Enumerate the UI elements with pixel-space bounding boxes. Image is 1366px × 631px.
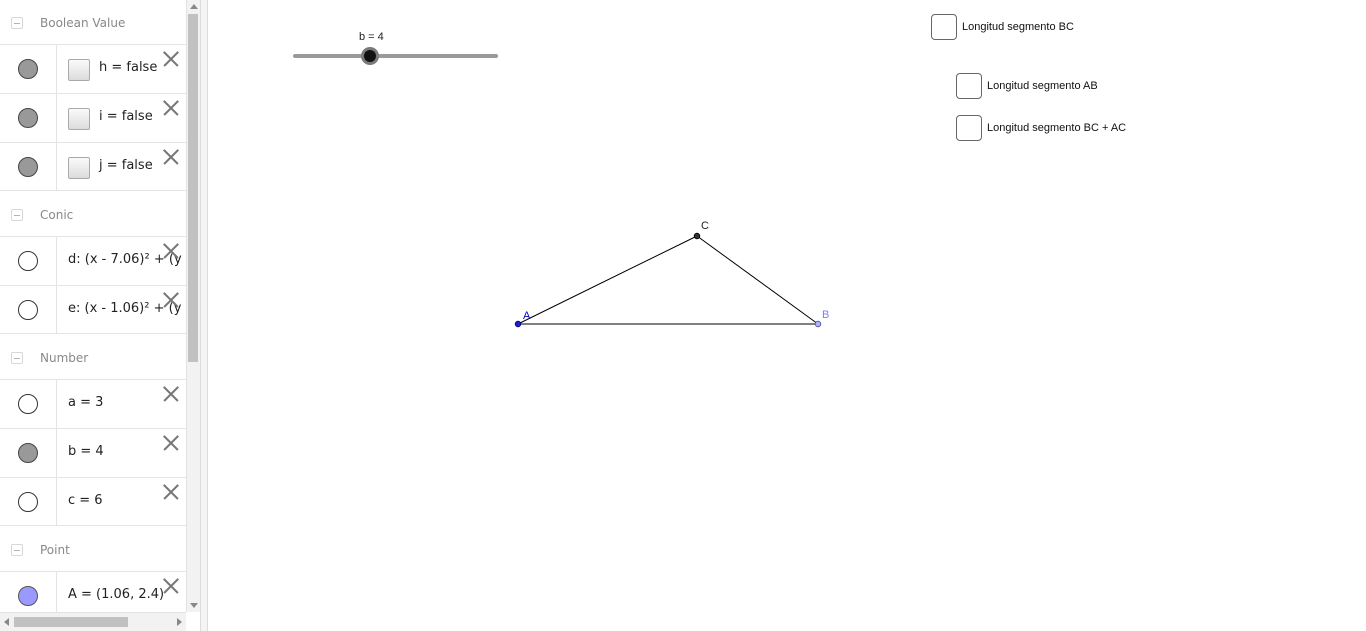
expression-text[interactable]: j = false (99, 158, 153, 173)
algebra-row-A[interactable]: A = (1.06, 2.4) (0, 571, 186, 612)
point-a-label: A (523, 310, 531, 322)
algebra-row-h[interactable]: h = false (0, 44, 186, 93)
point-b-label: B (822, 309, 829, 321)
algebra-row-b[interactable]: b = 4 (0, 428, 186, 477)
algebra-row-e[interactable]: e: (x - 1.06)² + (y - (0, 285, 186, 334)
algebra-row-i[interactable]: i = false (0, 93, 186, 142)
marble-cell (0, 429, 57, 477)
category-label: Point (40, 543, 70, 557)
algebra-row-j[interactable]: j = false (0, 142, 186, 191)
category-label: Conic (40, 208, 74, 222)
scroll-down-arrow-icon[interactable] (190, 603, 198, 608)
delete-icon[interactable] (162, 50, 180, 68)
expression-text[interactable]: b = 4 (68, 444, 104, 459)
visibility-toggle-icon[interactable] (18, 300, 38, 320)
point-b[interactable] (814, 320, 822, 328)
marble-cell (0, 237, 57, 285)
visibility-toggle-icon[interactable] (18, 251, 38, 271)
boolean-checkbox[interactable] (68, 59, 90, 81)
delete-icon[interactable] (162, 99, 180, 117)
view-splitter[interactable] (200, 0, 208, 631)
expression-text[interactable]: c = 6 (68, 493, 103, 508)
category-header-number[interactable]: Number (0, 335, 186, 379)
delete-icon[interactable] (162, 148, 180, 166)
marble-cell (0, 478, 57, 526)
scrollbar-thumb[interactable] (14, 617, 128, 627)
collapse-icon[interactable] (11, 209, 23, 221)
delete-icon[interactable] (162, 483, 180, 501)
segment-ac[interactable] (517, 235, 698, 325)
visibility-toggle-icon[interactable] (18, 108, 38, 128)
category-label: Boolean Value (40, 16, 126, 30)
algebra-row-a[interactable]: a = 3 (0, 379, 186, 428)
point-c[interactable] (693, 232, 701, 240)
marble-cell (0, 572, 57, 612)
category-header-conic[interactable]: Conic (0, 192, 186, 236)
visibility-toggle-icon[interactable] (18, 157, 38, 177)
point-a[interactable] (514, 320, 522, 328)
boolean-checkbox[interactable] (68, 108, 90, 130)
collapse-icon[interactable] (11, 17, 23, 29)
scroll-right-arrow-icon[interactable] (177, 618, 182, 626)
delete-icon[interactable] (162, 577, 180, 595)
boolean-checkbox[interactable] (68, 157, 90, 179)
expression-text[interactable]: a = 3 (68, 395, 103, 410)
scroll-left-arrow-icon[interactable] (4, 618, 9, 626)
visibility-toggle-icon[interactable] (18, 443, 38, 463)
category-header-boolean[interactable]: Boolean Value (0, 0, 186, 44)
delete-icon[interactable] (162, 434, 180, 452)
category-header-point[interactable]: Point (0, 527, 186, 571)
visibility-toggle-icon[interactable] (18, 394, 38, 414)
segment-bc[interactable] (696, 235, 819, 325)
delete-icon[interactable] (162, 242, 180, 260)
collapse-icon[interactable] (11, 352, 23, 364)
algebra-row-d[interactable]: d: (x - 7.06)² + (y - (0, 236, 186, 285)
delete-icon[interactable] (162, 291, 180, 309)
collapse-icon[interactable] (11, 544, 23, 556)
expression-text[interactable]: i = false (99, 109, 153, 124)
marble-cell (0, 94, 57, 142)
expression-text[interactable]: h = false (99, 60, 157, 75)
visibility-toggle-icon[interactable] (18, 59, 38, 79)
algebra-row-c[interactable]: c = 6 (0, 477, 186, 526)
visibility-toggle-icon[interactable] (18, 586, 38, 606)
geometry-canvas: A B C (514, 220, 829, 328)
scrollbar-thumb[interactable] (188, 14, 198, 362)
point-c-label: C (701, 220, 709, 232)
algebra-vertical-scrollbar[interactable] (186, 0, 200, 612)
marble-cell (0, 45, 57, 93)
category-label: Number (40, 351, 89, 365)
algebra-horizontal-scrollbar[interactable] (0, 612, 186, 631)
marble-cell (0, 380, 57, 428)
algebra-view: Boolean Value h = false i = false j = fa… (0, 0, 186, 612)
marble-cell (0, 286, 57, 334)
scroll-up-arrow-icon[interactable] (190, 4, 198, 9)
marble-cell (0, 143, 57, 191)
expression-text[interactable]: A = (1.06, 2.4) (68, 587, 164, 602)
delete-icon[interactable] (162, 385, 180, 403)
graphics-view[interactable]: b = 4 Longitud segmento BC Longitud segm… (208, 0, 1366, 631)
visibility-toggle-icon[interactable] (18, 492, 38, 512)
